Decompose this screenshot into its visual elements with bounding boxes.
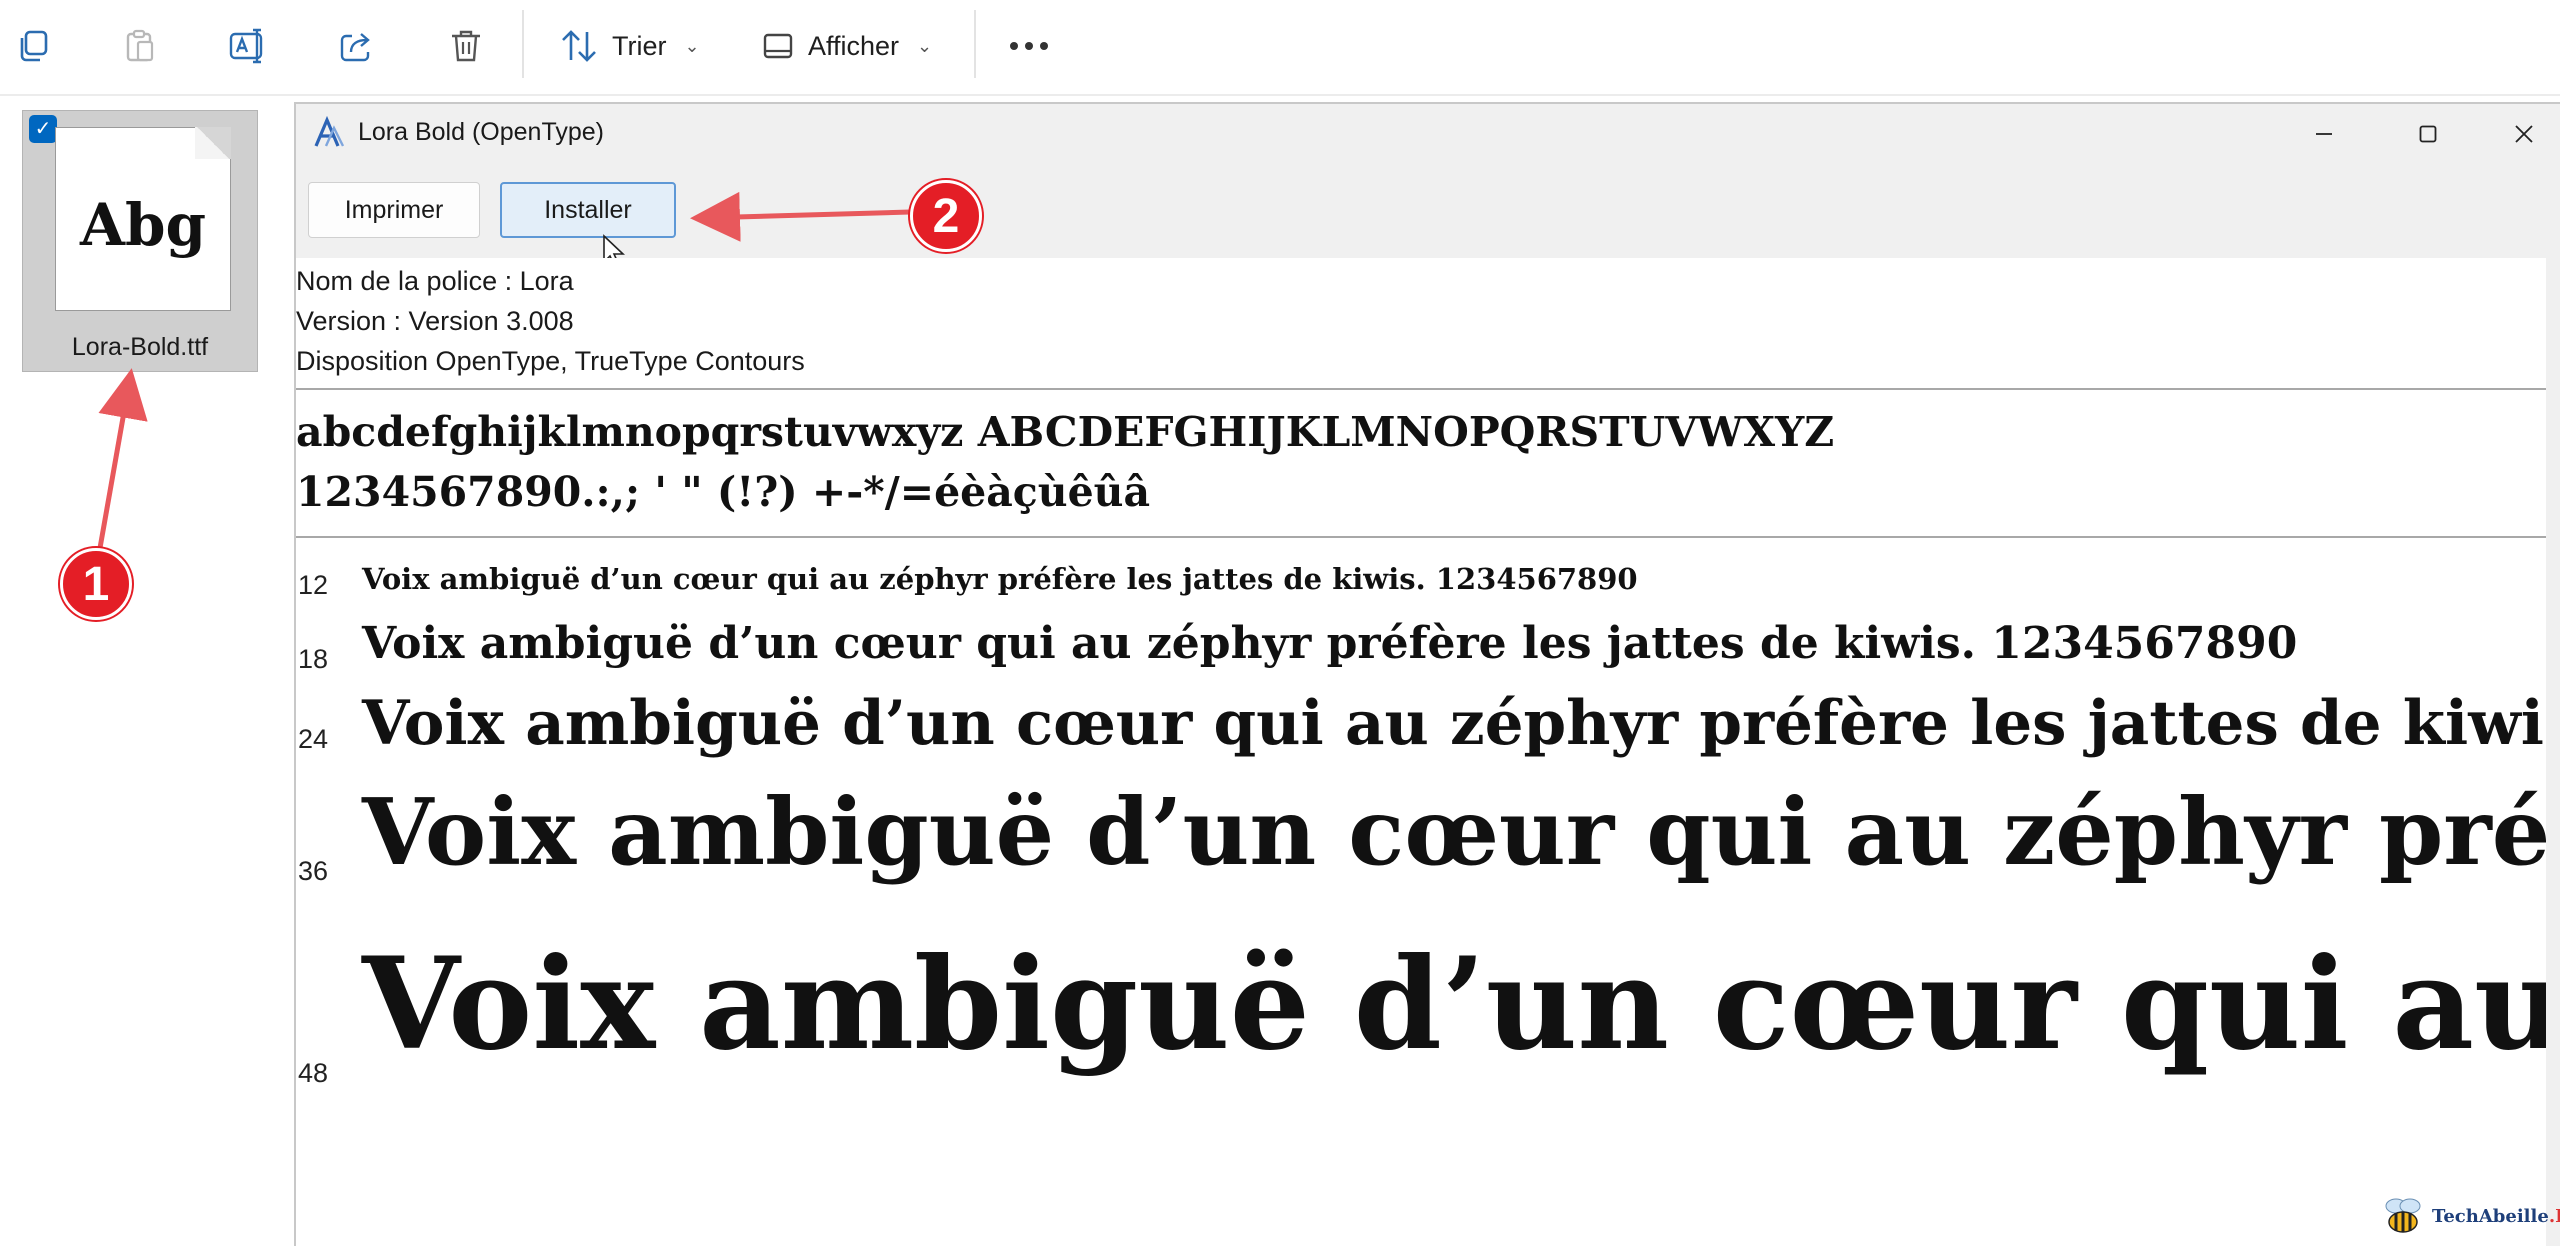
copy-icon bbox=[20, 30, 48, 62]
sample-text: Voix ambiguë d’un cœur qui au zéphyr pré… bbox=[362, 930, 2546, 1078]
sample-text: Voix ambiguë d’un cœur qui au zéphyr pré… bbox=[362, 562, 1638, 596]
page-fold bbox=[195, 127, 231, 159]
charset-letters: abcdefghijklmnopqrstuvwxyz ABCDEFGHIJKLM… bbox=[296, 408, 1835, 456]
more-icon bbox=[1010, 42, 1018, 50]
view-label: Afficher bbox=[808, 30, 900, 61]
file-name: Lora-Bold.ttf bbox=[71, 333, 209, 361]
print-button[interactable]: Imprimer bbox=[308, 182, 480, 238]
font-layout-info: Disposition OpenType, TrueType Contours bbox=[296, 346, 805, 376]
arrow-to-file bbox=[97, 368, 148, 549]
copy-button[interactable] bbox=[12, 18, 56, 74]
sort-menu[interactable]: Trier ⌄ bbox=[560, 18, 700, 74]
sample-size-label: 12 bbox=[298, 570, 329, 600]
font-name-info: Nom de la police : Lora bbox=[296, 266, 574, 296]
selected-checkbox[interactable]: ✓ bbox=[29, 115, 57, 143]
sample-size-label: 48 bbox=[298, 1058, 329, 1088]
close-icon bbox=[2515, 125, 2533, 143]
minimize-button[interactable] bbox=[2296, 112, 2352, 156]
sort-label: Trier bbox=[612, 30, 667, 61]
charset-numbers-symbols: 1234567890.:,; ' " (!?) +-*/=éèàçùêûâ bbox=[296, 468, 1151, 516]
divider bbox=[296, 388, 2546, 390]
more-options-button[interactable] bbox=[1010, 18, 1048, 74]
font-preview-glyph: Abg bbox=[79, 191, 207, 259]
window-title: Lora Bold (OpenType) bbox=[358, 118, 604, 146]
sample-size-label: 18 bbox=[298, 644, 329, 674]
view-icon bbox=[763, 33, 793, 59]
file-item-lora-bold[interactable]: ✓ Abg Lora-Bold.ttf bbox=[22, 110, 258, 372]
chevron-down-icon: ⌄ bbox=[684, 35, 700, 56]
explorer-toolbar: Trier ⌄ Afficher ⌄ bbox=[0, 0, 2560, 94]
sample-size-label: 36 bbox=[298, 856, 329, 886]
watermark-text: TechAbeille.FR bbox=[2432, 1205, 2560, 1227]
divider bbox=[296, 536, 2546, 538]
maximize-button[interactable] bbox=[2400, 112, 2456, 156]
sort-icon bbox=[562, 30, 596, 62]
viewer-button-bar: Imprimer Installer bbox=[296, 162, 2560, 258]
close-button[interactable] bbox=[2496, 112, 2552, 156]
font-viewer-window: Lora Bold (OpenType) Imprimer Installer … bbox=[294, 102, 2560, 1248]
sample-size-label: 24 bbox=[298, 724, 329, 754]
toolbar-separator bbox=[974, 10, 976, 78]
delete-icon bbox=[452, 30, 480, 62]
step-badge-1: 1 bbox=[60, 548, 132, 620]
sample-text: Voix ambiguë d’un cœur qui au zéphyr pré… bbox=[362, 618, 2298, 669]
title-bar: Lora Bold (OpenType) bbox=[296, 104, 2560, 162]
paste-icon bbox=[126, 29, 154, 62]
rename-button[interactable] bbox=[226, 18, 270, 74]
font-preview-area: Nom de la police : Lora Version : Versio… bbox=[296, 258, 2546, 1248]
rename-icon bbox=[229, 28, 263, 64]
toolbar-divider bbox=[0, 94, 2560, 96]
chevron-down-icon: ⌄ bbox=[917, 35, 933, 56]
share-button[interactable] bbox=[334, 18, 378, 74]
paste-button[interactable] bbox=[118, 18, 162, 74]
font-version-info: Version : Version 3.008 bbox=[296, 306, 574, 336]
share-icon bbox=[340, 33, 370, 62]
bee-logo-icon bbox=[2385, 1198, 2421, 1233]
delete-button[interactable] bbox=[444, 18, 488, 74]
step-badge-2: 2 bbox=[910, 180, 982, 252]
sample-text: Voix ambiguë d’un cœur qui au zéphyr pré… bbox=[362, 778, 2546, 886]
toolbar-separator bbox=[522, 10, 524, 78]
install-button[interactable]: Installer bbox=[500, 182, 676, 238]
maximize-icon bbox=[2419, 125, 2437, 143]
minimize-icon bbox=[2316, 133, 2332, 135]
font-app-icon bbox=[314, 116, 345, 147]
sample-text: Voix ambiguë d’un cœur qui au zéphyr pré… bbox=[362, 688, 2546, 759]
view-menu[interactable]: Afficher ⌄ bbox=[762, 18, 932, 74]
watermark: TechAbeille.FR bbox=[2378, 1196, 2560, 1236]
